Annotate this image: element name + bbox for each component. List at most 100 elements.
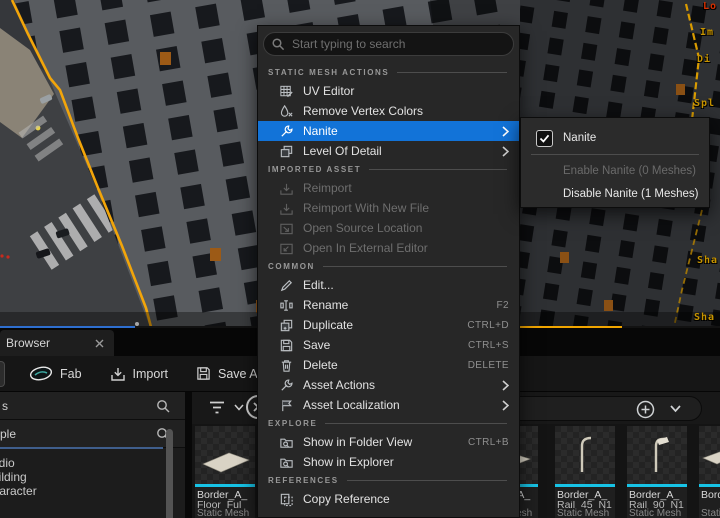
asset-name-2: Floor_Ful	[197, 501, 253, 508]
copy-reference-icon	[278, 491, 294, 507]
panel-splitter[interactable]	[185, 392, 192, 518]
chevron-down-icon[interactable]	[670, 405, 681, 413]
lod-layers-icon	[278, 143, 294, 159]
section-header-imported-asset: IMPORTED ASSET	[258, 161, 519, 178]
submenu-arrow-icon	[502, 146, 509, 157]
import-icon	[110, 366, 126, 382]
submenu-item-disable-nanite[interactable]: Disable Nanite (1 Meshes)	[521, 182, 709, 205]
menu-item-delete[interactable]: Delete DELETE	[258, 355, 519, 375]
menu-item-duplicate[interactable]: Duplicate CTRL+D	[258, 315, 519, 335]
asset-name: Border_A_	[629, 489, 685, 501]
menu-item-uv-editor[interactable]: UV Editor	[258, 81, 519, 101]
filter-icon[interactable]	[208, 400, 226, 415]
pencil-icon	[278, 277, 294, 293]
reimport-new-file-icon	[278, 200, 294, 216]
debug-text-fragment: Sha	[694, 312, 715, 323]
menu-search-input[interactable]	[263, 32, 514, 56]
asset-name: Border_A_	[557, 489, 613, 501]
filter-search-text: ple	[0, 427, 16, 441]
uv-editor-icon	[278, 83, 294, 99]
menu-item-reimport: Reimport	[258, 178, 519, 198]
folder-item-building[interactable]: Building	[0, 470, 162, 484]
path-search-text: s	[0, 399, 8, 413]
asset-tile[interactable]: Border_A_ Static Mesh	[699, 426, 720, 518]
submenu-arrow-icon	[502, 380, 509, 391]
folder-item-character[interactable]: Character	[0, 484, 162, 498]
close-icon[interactable]	[95, 339, 104, 348]
import-label: Import	[133, 367, 168, 381]
fab-button[interactable]: Fab	[15, 356, 96, 391]
asset-tile[interactable]: Border_A_ Floor_Ful Static Mesh	[195, 426, 255, 518]
menu-item-show-in-folder-view[interactable]: Show in Folder View CTRL+B	[258, 432, 519, 452]
tab-content-browser[interactable]: Browser	[0, 330, 114, 356]
asset-thumbnail	[627, 426, 687, 484]
asset-context-menu: STATIC MESH ACTIONS UV Editor Remove Ver…	[257, 25, 520, 518]
fab-label: Fab	[60, 367, 82, 381]
flag-icon	[278, 397, 294, 413]
asset-type: Static Mesh	[701, 508, 720, 518]
asset-name: Border_A_	[197, 489, 253, 501]
debug-text-fragment: Spl	[694, 98, 715, 109]
folder-item-audio[interactable]: Audio	[0, 456, 162, 470]
asset-tile[interactable]: Border_A_ Rail_90_N1 Static Mesh	[627, 426, 687, 518]
section-header-common: COMMON	[258, 258, 519, 275]
droplet-x-icon	[278, 103, 294, 119]
shortcut-label: CTRL+B	[468, 437, 509, 448]
menu-item-asset-actions[interactable]: Asset Actions	[258, 375, 519, 395]
import-button[interactable]: Import	[96, 356, 182, 391]
menu-item-level-of-detail[interactable]: Level Of Detail	[258, 141, 519, 161]
asset-thumbnail	[555, 426, 615, 484]
tab-label: Browser	[6, 336, 95, 350]
menu-item-asset-localization[interactable]: Asset Localization	[258, 395, 519, 415]
menu-item-copy-reference[interactable]: Copy Reference	[258, 489, 519, 509]
asset-name-2: Rail_90_N1	[629, 501, 685, 508]
add-circle-icon[interactable]	[636, 400, 655, 419]
save-icon	[278, 337, 294, 353]
folder-tree-scrollbar[interactable]	[166, 429, 173, 518]
trash-icon	[278, 357, 294, 373]
folder-search-icon	[278, 454, 294, 470]
submenu-arrow-icon	[502, 126, 509, 137]
asset-thumbnail	[699, 426, 720, 484]
section-header-references: REFERENCES	[258, 472, 519, 489]
chevron-down-icon[interactable]	[234, 404, 244, 411]
submenu-divider	[531, 154, 699, 155]
asset-name-2	[701, 501, 720, 508]
menu-item-remove-vertex-colors[interactable]: Remove Vertex Colors	[258, 101, 519, 121]
shortcut-label: F2	[497, 300, 509, 311]
checkbox-checked-icon[interactable]	[536, 130, 553, 147]
folder-search-icon	[278, 434, 294, 450]
asset-type: Static Mesh	[629, 508, 685, 518]
wrench-icon	[278, 123, 294, 139]
folder-tree: Audio Building Character	[0, 453, 162, 518]
fab-logo-icon	[29, 366, 53, 381]
menu-item-rename[interactable]: Rename F2	[258, 295, 519, 315]
debug-text-fragment: Im	[700, 27, 714, 38]
unreal-editor-screen: Lo Im Di Spl Sha Sha Browser F	[0, 0, 720, 518]
debug-text-fragment: Lo	[703, 1, 717, 12]
submenu-item-nanite-toggle[interactable]: Nanite	[521, 125, 709, 151]
asset-type: Static Mesh	[197, 508, 253, 518]
menu-item-save[interactable]: Save CTRL+S	[258, 335, 519, 355]
submenu-arrow-icon	[502, 400, 509, 411]
clipped-button[interactable]	[0, 361, 5, 387]
menu-item-reimport-with-new-file: Reimport With New File	[258, 198, 519, 218]
asset-tile[interactable]: Border_A_ Rail_45_N1 Static Mesh	[555, 426, 615, 518]
nanite-submenu: Nanite Enable Nanite (0 Meshes) Disable …	[520, 117, 710, 208]
filter-search-input[interactable]: ple	[0, 420, 185, 448]
asset-type: Static Mesh	[557, 508, 613, 518]
section-header-explore: EXPLORE	[258, 415, 519, 432]
save-icon	[196, 366, 211, 381]
open-location-icon	[278, 220, 294, 236]
asset-name-2: Rail_45_N1	[557, 501, 613, 508]
menu-item-show-in-explorer[interactable]: Show in Explorer	[258, 452, 519, 472]
submenu-item-enable-nanite: Enable Nanite (0 Meshes)	[521, 159, 709, 182]
search-focus-underline	[0, 447, 163, 449]
duplicate-icon	[278, 317, 294, 333]
menu-item-edit[interactable]: Edit...	[258, 275, 519, 295]
menu-item-nanite[interactable]: Nanite	[258, 121, 519, 141]
path-search-input[interactable]: s	[0, 392, 185, 420]
debug-text-fragment: Sha	[697, 255, 718, 266]
sources-panel: s ple Audio Building Character	[0, 392, 185, 518]
wrench-icon	[278, 377, 294, 393]
